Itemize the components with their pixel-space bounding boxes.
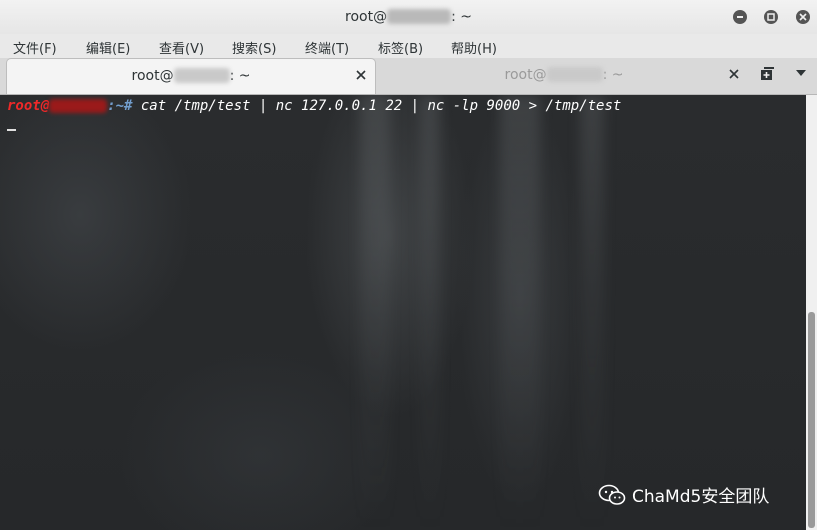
title-bar: root@ : ~ xyxy=(0,0,817,34)
close-button[interactable] xyxy=(796,10,810,24)
close-icon xyxy=(799,13,807,21)
tab-terminal-2[interactable]: root@ : ~ xyxy=(378,58,750,94)
tab-close-button[interactable] xyxy=(353,67,369,85)
tab-terminal-1[interactable]: root@ : ~ xyxy=(6,58,376,94)
menu-search[interactable]: 搜索(S) xyxy=(232,38,276,57)
tab-close-button[interactable] xyxy=(726,66,742,84)
window-title-suffix: : ~ xyxy=(451,9,472,25)
maximize-button[interactable] xyxy=(764,10,778,24)
menu-view[interactable]: 查看(V) xyxy=(159,38,204,57)
window-title: root@ : ~ xyxy=(0,9,817,25)
tab-label-prefix: root@ xyxy=(504,67,547,83)
redacted-hostname xyxy=(49,99,108,113)
prompt-user: root@ xyxy=(7,98,50,114)
command-line: root@ :~# cat /tmp/test | nc 127.0.0.1 22… xyxy=(7,98,621,114)
redacted-hostname xyxy=(387,9,452,24)
wallpaper-streak xyxy=(360,95,390,530)
window-title-prefix: root@ xyxy=(345,9,388,25)
maximize-icon xyxy=(767,13,775,21)
text-cursor xyxy=(7,129,16,131)
command-text: cat /tmp/test | nc 127.0.0.1 22 | nc -lp… xyxy=(132,98,622,114)
tab-label-prefix: root@ xyxy=(131,68,174,84)
wechat-icon xyxy=(598,484,626,505)
tab-label: root@ : ~ xyxy=(7,68,375,84)
new-tab-button[interactable] xyxy=(760,66,776,82)
scrollbar-thumb[interactable] xyxy=(808,312,815,528)
terminal-view[interactable]: root@ :~# cat /tmp/test | nc 127.0.0.1 22… xyxy=(0,95,806,530)
wallpaper-streak xyxy=(580,95,604,530)
minimize-icon xyxy=(737,16,743,18)
menu-tabs[interactable]: 标签(B) xyxy=(378,38,423,57)
tab-bar: root@ : ~ root@ : ~ xyxy=(0,58,817,95)
watermark-text: ChaMd5安全团队 xyxy=(632,487,770,507)
tab-label-suffix: : ~ xyxy=(602,67,624,83)
close-icon xyxy=(356,70,366,80)
wallpaper-streak xyxy=(420,95,440,530)
menu-bar: 文件(F) 编辑(E) 查看(V) 搜索(S) 终端(T) 标签(B) 帮助(H… xyxy=(0,34,817,58)
tab-label-suffix: : ~ xyxy=(229,68,251,84)
menu-terminal[interactable]: 终端(T) xyxy=(305,38,349,57)
redacted-hostname xyxy=(173,68,230,83)
new-tab-icon xyxy=(761,67,774,80)
minimize-button[interactable] xyxy=(733,10,747,24)
menu-help[interactable]: 帮助(H) xyxy=(451,38,497,57)
prompt-path: :~# xyxy=(107,98,133,114)
close-icon xyxy=(729,69,739,79)
menu-file[interactable]: 文件(F) xyxy=(13,38,57,57)
tab-menu-dropdown-icon[interactable] xyxy=(796,70,806,76)
watermark: ChaMd5安全团队 xyxy=(598,482,769,507)
wallpaper-streak xyxy=(500,95,540,530)
menu-edit[interactable]: 编辑(E) xyxy=(86,38,130,57)
redacted-hostname xyxy=(546,67,603,82)
tab-label: root@ : ~ xyxy=(378,67,750,83)
